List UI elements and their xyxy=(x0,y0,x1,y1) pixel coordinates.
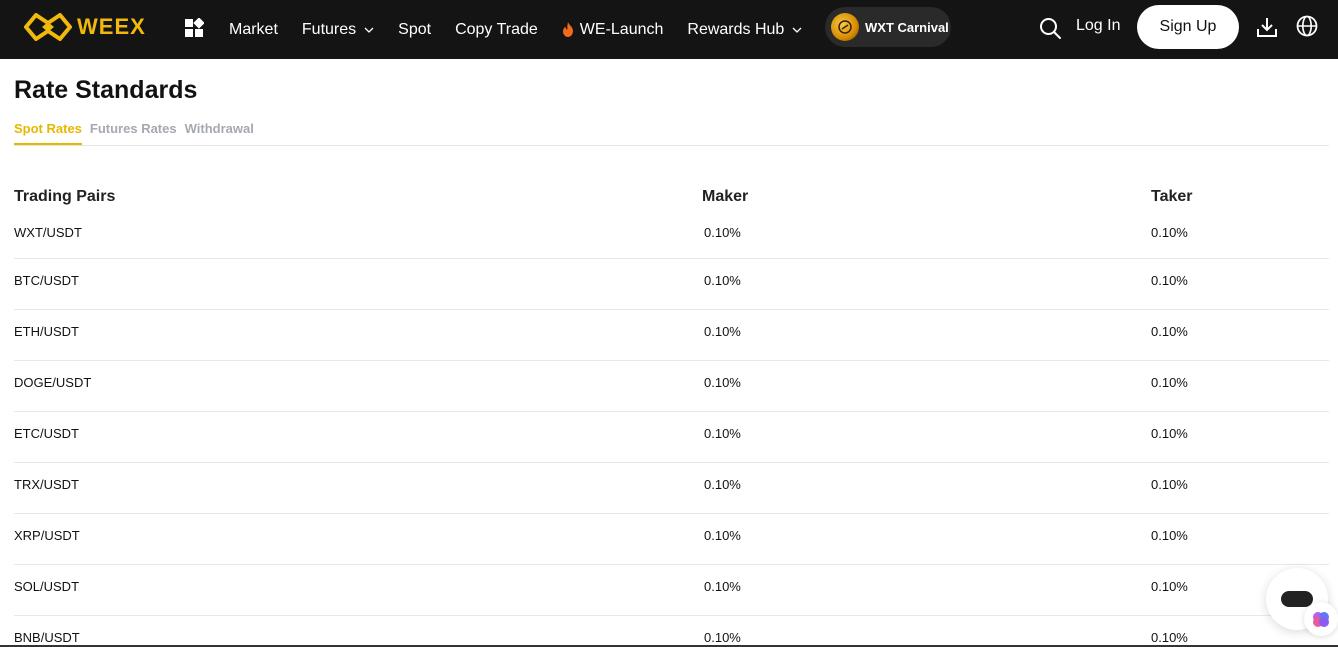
taker-cell: 0.10% xyxy=(1151,225,1188,240)
taker-cell: 0.10% xyxy=(1151,630,1188,645)
nav-copy-trade[interactable]: Copy Trade xyxy=(455,21,538,39)
maker-cell: 0.10% xyxy=(704,375,741,390)
taker-cell: 0.10% xyxy=(1151,273,1188,288)
maker-cell: 0.10% xyxy=(704,528,741,543)
pair-cell: TRX/USDT xyxy=(14,477,79,492)
rate-tabs: Spot Rates Futures Rates Withdrawal xyxy=(14,121,262,146)
pair-cell: WXT/USDT xyxy=(14,225,82,240)
tab-withdrawal[interactable]: Withdrawal xyxy=(185,121,254,145)
wxt-carnival-label: WXT Carnival xyxy=(865,19,949,35)
fire-icon xyxy=(562,22,573,37)
maker-cell: 0.10% xyxy=(704,324,741,339)
nav-rewards-hub[interactable]: Rewards Hub xyxy=(687,21,802,39)
pair-cell: SOL/USDT xyxy=(14,579,80,594)
nav-futures[interactable]: Futures xyxy=(302,21,374,39)
chat-bubble-icon xyxy=(1281,591,1313,607)
taker-cell: 0.10% xyxy=(1151,579,1188,594)
taker-cell: 0.10% xyxy=(1151,477,1188,492)
taker-cell: 0.10% xyxy=(1151,528,1188,543)
taker-cell: 0.10% xyxy=(1151,324,1188,339)
weex-logo[interactable]: WEEX xyxy=(24,12,146,42)
table-row: WXT/USDT 0.10% 0.10% xyxy=(14,211,1329,259)
maker-cell: 0.10% xyxy=(704,426,741,441)
table-row: BNB/USDT 0.10% 0.10% xyxy=(14,616,1329,647)
ai-assistant-icon[interactable] xyxy=(1304,602,1338,636)
maker-cell: 0.10% xyxy=(704,477,741,492)
page-title: Rate Standards xyxy=(14,76,198,104)
taker-cell: 0.10% xyxy=(1151,375,1188,390)
pair-cell: BTC/USDT xyxy=(14,273,79,288)
nav-market[interactable]: Market xyxy=(229,21,278,39)
nav-we-launch-label: WE-Launch xyxy=(579,20,664,38)
weex-logo-icon xyxy=(24,13,72,41)
signup-button[interactable]: Sign Up xyxy=(1137,5,1239,49)
pair-cell: BNB/USDT xyxy=(14,630,80,645)
table-row: XRP/USDT 0.10% 0.10% xyxy=(14,514,1329,565)
brain-icon xyxy=(1313,612,1329,627)
header-taker: Taker xyxy=(1151,188,1193,205)
table-row: ETH/USDT 0.10% 0.10% xyxy=(14,310,1329,361)
maker-cell: 0.10% xyxy=(704,225,741,240)
nav-spot-label: Spot xyxy=(398,20,432,38)
table-row: ETC/USDT 0.10% 0.10% xyxy=(14,412,1329,463)
chevron-down-icon xyxy=(364,27,374,33)
main-nav: Market Futures Spot Copy Trade WE-Launch xyxy=(229,0,826,59)
tab-spot-rates[interactable]: Spot Rates xyxy=(14,121,82,145)
nav-market-label: Market xyxy=(229,20,278,38)
search-icon[interactable] xyxy=(1038,16,1062,40)
tab-futures-rates[interactable]: Futures Rates xyxy=(90,121,177,145)
maker-cell: 0.10% xyxy=(704,630,741,645)
maker-cell: 0.10% xyxy=(704,579,741,594)
wxt-coin-icon xyxy=(831,13,859,41)
page: WEEX Market Futures Spot Copy Trade WE-L… xyxy=(0,0,1338,647)
wxt-carnival-button[interactable]: WXT Carnival xyxy=(825,7,951,47)
table-row: TRX/USDT 0.10% 0.10% xyxy=(14,463,1329,514)
table-row: DOGE/USDT 0.10% 0.10% xyxy=(14,361,1329,412)
maker-cell: 0.10% xyxy=(704,273,741,288)
apps-icon[interactable] xyxy=(184,18,204,38)
nav-we-launch[interactable]: WE-Launch xyxy=(562,20,664,39)
table-row: BTC/USDT 0.10% 0.10% xyxy=(14,259,1329,310)
rates-table: Trading Pairs Maker Taker WXT/USDT 0.10%… xyxy=(14,185,1329,647)
nav-copy-trade-label: Copy Trade xyxy=(455,20,538,38)
globe-icon[interactable] xyxy=(1296,15,1318,37)
login-link[interactable]: Log In xyxy=(1076,17,1120,35)
table-header: Trading Pairs Maker Taker xyxy=(14,185,1329,211)
taker-cell: 0.10% xyxy=(1151,426,1188,441)
download-icon[interactable] xyxy=(1256,16,1278,38)
pair-cell: ETH/USDT xyxy=(14,324,79,339)
pair-cell: XRP/USDT xyxy=(14,528,80,543)
chevron-down-icon xyxy=(792,27,802,33)
nav-spot[interactable]: Spot xyxy=(398,21,431,39)
pair-cell: DOGE/USDT xyxy=(14,375,92,390)
table-row: SOL/USDT 0.10% 0.10% xyxy=(14,565,1329,616)
nav-rewards-hub-label: Rewards Hub xyxy=(687,20,785,38)
pair-cell: ETC/USDT xyxy=(14,426,79,441)
tabs-divider xyxy=(14,145,1329,146)
header-trading-pairs: Trading Pairs xyxy=(14,188,116,205)
nav-futures-label: Futures xyxy=(301,20,357,38)
logo-text: WEEX xyxy=(77,14,146,39)
top-navigation-bar: WEEX Market Futures Spot Copy Trade WE-L… xyxy=(0,0,1338,59)
header-maker: Maker xyxy=(702,188,749,205)
